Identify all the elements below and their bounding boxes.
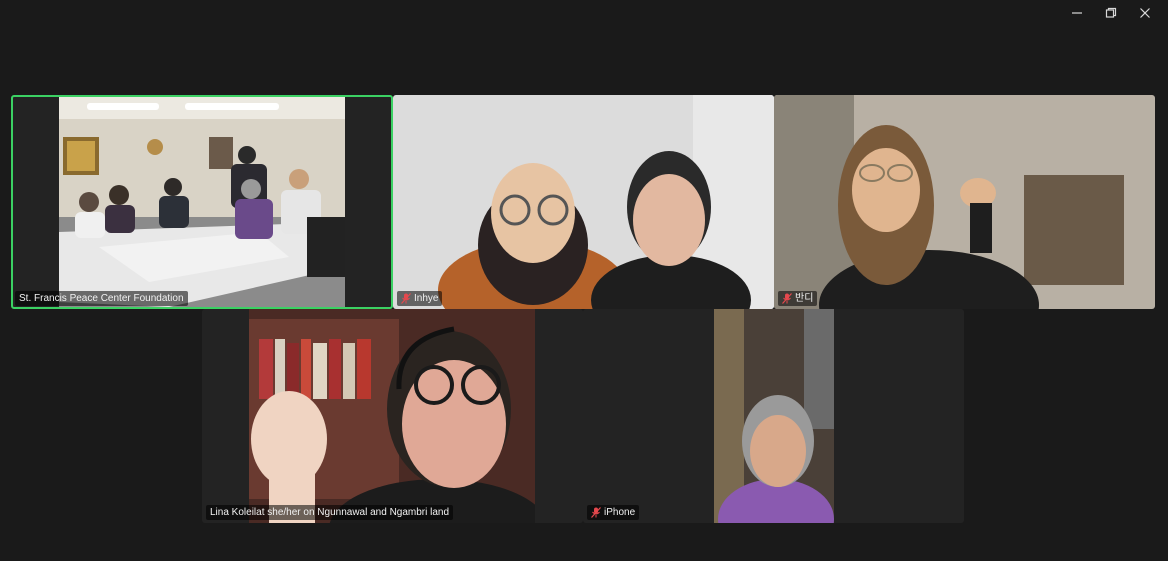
participant-label: St. Francis Peace Center Foundation [15,291,188,306]
video-feed [714,309,834,523]
participant-name: iPhone [604,507,636,518]
window-controls [1060,4,1162,22]
close-icon [1140,8,1150,18]
video-tile-bandi[interactable]: 반디 [774,95,1155,309]
video-feed [774,95,1155,309]
person-with-headset-image [249,309,535,523]
video-feed [249,309,535,523]
minimize-button[interactable] [1060,4,1094,22]
video-feed [59,97,345,307]
close-button[interactable] [1128,4,1162,22]
participant-label: 반디 [778,291,818,306]
participant-label: Inhye [397,291,443,306]
participant-name: Inhye [414,293,439,304]
participant-name: St. Francis Peace Center Foundation [19,293,184,304]
video-feed [393,95,774,309]
muted-mic-icon [401,293,411,304]
two-people-image [393,95,774,309]
participant-label: iPhone [587,505,640,520]
participant-label: Lina Koleilat she/her on Ngunnawal and N… [206,505,454,520]
restore-button[interactable] [1094,4,1128,22]
video-tile-lina[interactable]: Lina Koleilat she/her on Ngunnawal and N… [202,309,583,523]
person-portrait-image [714,309,834,523]
video-tile-st-francis[interactable]: St. Francis Peace Center Foundation [11,95,393,309]
person-image [774,95,1155,309]
muted-mic-icon [782,293,792,304]
participant-name: 반디 [795,293,814,304]
video-tile-inhye[interactable]: Inhye [393,95,774,309]
restore-icon [1105,7,1117,18]
video-tile-iphone[interactable]: iPhone [583,309,964,523]
room-scene-image [59,97,345,307]
participant-name: Lina Koleilat she/her on Ngunnawal and N… [210,507,450,518]
minimize-icon [1072,12,1082,14]
muted-mic-icon [591,507,601,518]
